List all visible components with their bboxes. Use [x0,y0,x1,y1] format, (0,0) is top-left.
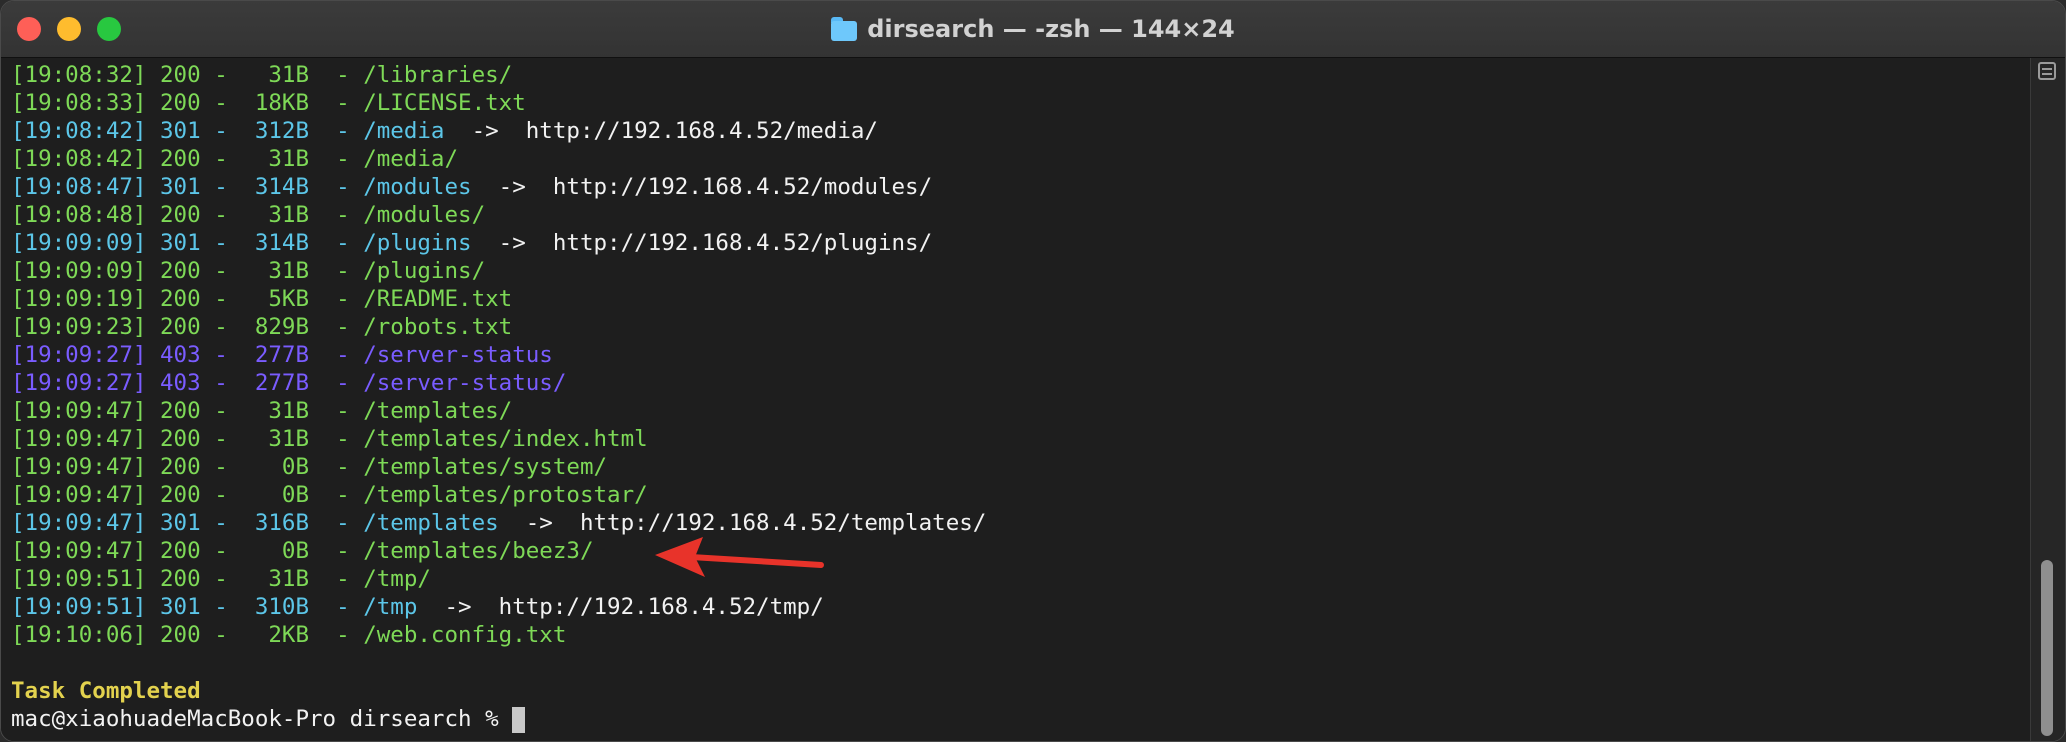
terminal-output[interactable]: [19:08:32] 200 - 31B - /libraries/[19:08… [1,58,2031,741]
log-path: /tmp/ [363,566,431,592]
log-meta: [19:08:32] 200 - 31B - [11,62,364,88]
log-meta: [19:09:47] 200 - 0B - [11,454,364,480]
window-title-area: dirsearch — -zsh — 144×24 [1,1,2065,57]
folder-icon [831,17,858,41]
window-title: dirsearch — -zsh — 144×24 [867,15,1235,43]
log-meta: [19:09:23] 200 - 829B - [11,314,364,340]
log-line: [19:08:33] 200 - 18KB - /LICENSE.txt [11,89,986,117]
log-path: /LICENSE.txt [363,90,526,116]
log-meta: [19:09:51] 301 - 310B - [11,594,364,620]
log-meta: [19:09:19] 200 - 5KB - [11,286,364,312]
log-meta: [19:09:51] 200 - 31B - [11,566,364,592]
redirect-target: http://192.168.4.52/modules/ [552,174,933,200]
scrollback-menu-icon[interactable] [2038,62,2056,80]
log-line: [19:09:19] 200 - 5KB - /README.txt [11,285,986,313]
log-path: /modules/ [363,202,486,228]
log-path: /templates/system/ [363,454,608,480]
log-path: /server-status [363,342,553,368]
log-path: /plugins/ [363,258,486,284]
scrollbar[interactable] [2030,58,2065,741]
shell-prompt[interactable]: mac@xiaohuadeMacBook-Pro dirsearch % [11,705,986,733]
log-line: [19:09:47] 200 - 0B - /templates/system/ [11,453,986,481]
log-meta: [19:09:27] 403 - 277B - [11,370,364,396]
log-line: [19:09:47] 200 - 0B - /templates/beez3/ [11,537,986,565]
log-meta: [19:08:33] 200 - 18KB - [11,90,364,116]
redirect-arrow: -> [471,174,553,200]
task-completed-text: Task Completed [11,678,201,704]
log-line: [19:09:23] 200 - 829B - /robots.txt [11,313,986,341]
log-meta: [19:09:47] 200 - 31B - [11,398,364,424]
prompt-text: mac@xiaohuadeMacBook-Pro dirsearch % [11,706,513,732]
annotation-arrow-icon [655,537,824,577]
redirect-target: http://192.168.4.52/tmp/ [498,594,824,620]
log-meta: [19:09:47] 200 - 0B - [11,482,364,508]
log-line: [19:09:51] 200 - 31B - /tmp/ [11,565,986,593]
log-path: /templates/protostar/ [363,482,648,508]
log-line: [19:09:09] 200 - 31B - /plugins/ [11,257,986,285]
log-path: /templates/index.html [363,426,648,452]
log-path: /tmp [363,594,418,620]
log-meta: [19:09:09] 200 - 31B - [11,258,364,284]
redirect-arrow: -> [417,594,499,620]
log-line: [19:08:42] 200 - 31B - /media/ [11,145,986,173]
scrollbar-thumb[interactable] [2041,560,2053,736]
log-path: /media/ [363,146,459,172]
log-meta: [19:09:27] 403 - 277B - [11,342,364,368]
log-meta: [19:08:42] 301 - 312B - [11,118,364,144]
log-path: /robots.txt [363,314,513,340]
log-line: [19:08:32] 200 - 31B - /libraries/ [11,61,986,89]
log-line: [19:09:47] 301 - 316B - /templates -> ht… [11,509,986,537]
log-line: [19:09:47] 200 - 31B - /templates/ [11,397,986,425]
log-path: /templates/beez3/ [363,538,594,564]
log-line: [19:08:48] 200 - 31B - /modules/ [11,201,986,229]
log-path: /web.config.txt [363,622,567,648]
task-completed-line: Task Completed [11,677,986,705]
log-path: /README.txt [363,286,513,312]
log-line: [19:09:27] 403 - 277B - /server-status/ [11,369,986,397]
log-path: /plugins [363,230,472,256]
log-path: /libraries/ [363,62,513,88]
log-path: /modules [363,174,472,200]
log-meta: [19:10:06] 200 - 2KB - [11,622,364,648]
log-meta: [19:09:09] 301 - 314B - [11,230,364,256]
redirect-arrow: -> [471,230,553,256]
log-line: [19:10:06] 200 - 2KB - /web.config.txt [11,621,986,649]
log-meta: [19:09:47] 200 - 0B - [11,538,364,564]
log-meta: [19:08:48] 200 - 31B - [11,202,364,228]
log-path: /media [363,118,445,144]
text-cursor [512,706,526,733]
terminal-window: dirsearch — -zsh — 144×24 [19:08:32] 200… [0,0,2066,742]
log-meta: [19:08:47] 301 - 314B - [11,174,364,200]
title-bar: dirsearch — -zsh — 144×24 [1,1,2065,58]
log-line: [19:09:51] 301 - 310B - /tmp -> http://1… [11,593,986,621]
redirect-target: http://192.168.4.52/plugins/ [552,230,933,256]
log-path: /templates [363,510,499,536]
log-lines: [19:08:32] 200 - 31B - /libraries/[19:08… [11,61,986,733]
log-meta: [19:09:47] 200 - 31B - [11,426,364,452]
redirect-target: http://192.168.4.52/media/ [525,118,878,144]
log-path: /templates/ [363,398,513,424]
log-line: [19:09:09] 301 - 314B - /plugins -> http… [11,229,986,257]
log-line: [19:09:47] 200 - 0B - /templates/protost… [11,481,986,509]
log-meta: [19:08:42] 200 - 31B - [11,146,364,172]
log-line: [19:09:27] 403 - 277B - /server-status [11,341,986,369]
log-path: /server-status/ [363,370,567,396]
redirect-arrow: -> [498,510,580,536]
log-meta: [19:09:47] 301 - 316B - [11,510,364,536]
log-line: [19:09:47] 200 - 31B - /templates/index.… [11,425,986,453]
redirect-arrow: -> [444,118,526,144]
log-line: [19:08:47] 301 - 314B - /modules -> http… [11,173,986,201]
log-line: [19:08:42] 301 - 312B - /media -> http:/… [11,117,986,145]
